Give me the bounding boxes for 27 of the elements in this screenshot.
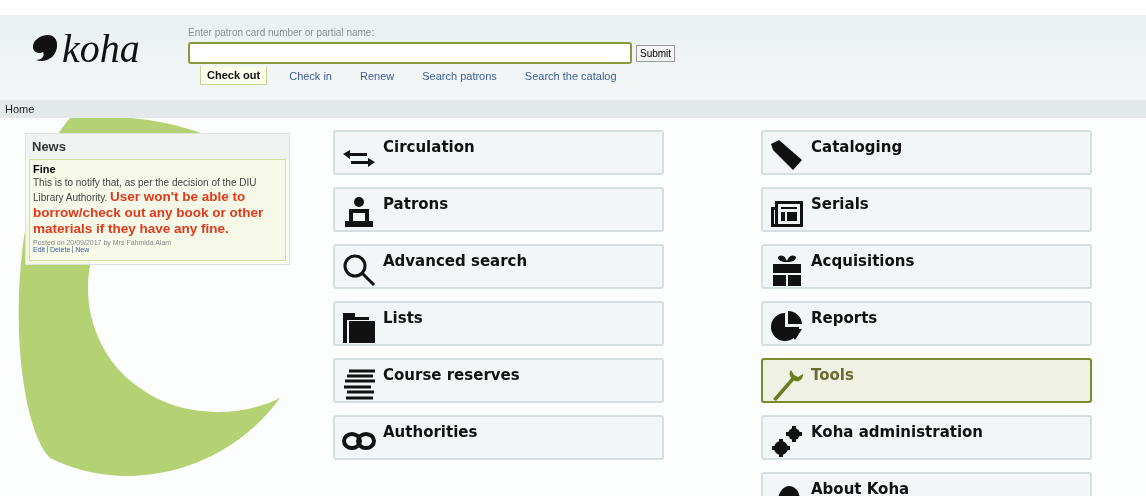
patron-search-field[interactable]	[188, 42, 632, 64]
header-tab[interactable]: Renew	[354, 66, 401, 85]
news-item-title: Fine	[33, 163, 57, 175]
module-button[interactable]: Course reserves	[333, 358, 664, 403]
koha-logo[interactable]: koha	[0, 23, 180, 73]
header-tab[interactable]: Search the catalog	[518, 66, 623, 85]
module-button[interactable]: Authorities	[333, 415, 664, 460]
module-button[interactable]: Tools	[761, 358, 1092, 403]
header-tab[interactable]: Search patrons	[416, 66, 503, 85]
module-button[interactable]: Circulation	[333, 130, 664, 175]
header-tab[interactable]: Check in	[283, 66, 338, 85]
submit-button[interactable]: Submit	[636, 44, 676, 62]
module-button[interactable]: Koha administration	[761, 415, 1092, 460]
module-button[interactable]: Acquisitions	[761, 244, 1092, 289]
search-icon	[341, 252, 377, 288]
news-text: This is to notify that, as per the decision of the DIU Library Authority. User won't be able to borrow/check out any book or other materials if they have any fine.	[33, 177, 265, 238]
news-title: News	[26, 134, 289, 159]
header-tab[interactable]: Check out	[200, 66, 268, 85]
module-button[interactable]: Cataloging	[761, 130, 1092, 175]
module-button[interactable]: Advanced search	[333, 244, 664, 289]
module-button[interactable]: Lists	[333, 301, 664, 346]
module-button[interactable]: Serials	[761, 187, 1092, 232]
module-button[interactable]: Reports	[761, 301, 1092, 346]
breadcrumb-link[interactable]: Home	[5, 103, 35, 115]
module-button[interactable]: Patrons	[333, 187, 664, 232]
module-button[interactable]: About Koha	[761, 472, 1092, 496]
search-label: Enter patron card number or partial name:	[188, 27, 376, 38]
